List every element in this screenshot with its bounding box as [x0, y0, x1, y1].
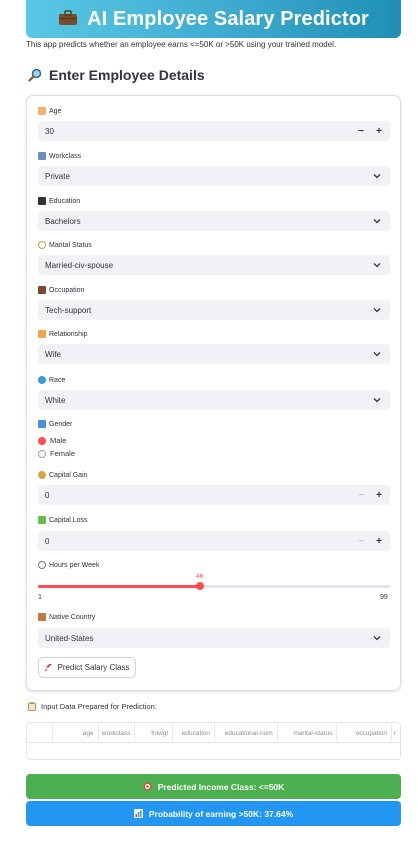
- chevron-down-icon: [373, 174, 381, 179]
- table-header-row: age workclass fnlwgt education education…: [27, 723, 400, 743]
- hours-slider-min: 1: [38, 594, 42, 601]
- app-title: AI Employee Salary Predictor: [87, 7, 369, 30]
- prediction-result-banner: Predicted Income Class: <=50K: [26, 774, 401, 799]
- radio-unselected-icon: [38, 449, 46, 458]
- education-select[interactable]: Bachelors: [38, 211, 390, 231]
- house-icon: [38, 613, 46, 621]
- chevron-down-icon: [373, 263, 381, 268]
- chevron-down-icon: [373, 352, 381, 357]
- capital-gain-decrement-button[interactable]: −: [352, 485, 370, 505]
- table-column-header: r: [393, 729, 397, 737]
- marital-status-label: Marital Status: [38, 241, 92, 249]
- gender-icon: [38, 420, 46, 428]
- chevron-down-icon: [373, 219, 381, 224]
- age-increment-button[interactable]: +: [370, 121, 388, 141]
- briefcase-icon: [38, 286, 46, 294]
- capital-loss-input[interactable]: 0 − +: [38, 531, 390, 551]
- predict-salary-button[interactable]: Predict Salary Class: [38, 657, 136, 678]
- probability-result-banner: Probability of earning >50K: 37.64%: [26, 801, 401, 826]
- globe-icon: [38, 376, 46, 384]
- section-title-text: Enter Employee Details: [49, 67, 205, 83]
- hours-slider-value: 46: [196, 573, 204, 580]
- app-title-banner: AI Employee Salary Predictor: [26, 0, 401, 38]
- table-column-header: fnlwgt: [135, 723, 174, 743]
- family-icon: [38, 330, 46, 338]
- stopwatch-icon: [38, 561, 46, 569]
- capital-gain-value: 0: [45, 490, 50, 500]
- table-column-header: occupation: [337, 723, 393, 743]
- relationship-select[interactable]: Wife: [38, 344, 390, 364]
- native-country-select[interactable]: United-States: [38, 628, 390, 648]
- workclass-label: Workclass: [38, 152, 81, 160]
- ring-icon: [38, 241, 46, 249]
- money-loss-icon: [38, 516, 46, 524]
- table-column-header: marital-status: [278, 723, 338, 743]
- capital-gain-input[interactable]: 0 − +: [38, 485, 390, 505]
- age-decrement-button[interactable]: −: [352, 121, 370, 141]
- gender-option-male[interactable]: Male: [38, 436, 66, 445]
- magnifier-icon: [28, 68, 42, 82]
- race-select[interactable]: White: [38, 390, 390, 410]
- age-value: 30: [45, 126, 54, 136]
- capital-loss-value: 0: [45, 536, 50, 546]
- prepared-data-label: Input Data Prepared for Prediction:: [28, 702, 157, 711]
- gender-label: Gender: [38, 420, 72, 428]
- graduation-cap-icon: [38, 197, 46, 205]
- office-building-icon: [38, 152, 46, 160]
- table-column-header: educational-num: [215, 723, 278, 743]
- relationship-label: Relationship: [38, 330, 88, 338]
- table-column-header: education: [173, 723, 216, 743]
- gender-option-female[interactable]: Female: [38, 449, 75, 458]
- age-label: Age: [38, 107, 61, 115]
- table-column-header: age: [53, 723, 99, 743]
- race-label: Race: [38, 376, 65, 384]
- occupation-select[interactable]: Tech-support: [38, 300, 390, 320]
- capital-loss-increment-button[interactable]: +: [370, 531, 388, 551]
- briefcase-icon: [59, 10, 78, 25]
- capital-loss-label: Capital Loss: [38, 516, 88, 524]
- hours-slider-thumb[interactable]: [195, 582, 204, 590]
- table-column-header: workclass: [99, 723, 136, 743]
- probability-result-text: Probability of earning >50K: 37.64%: [148, 808, 294, 819]
- capital-gain-label: Capital Gain: [38, 471, 88, 479]
- occupation-value: Tech-support: [45, 305, 92, 315]
- hours-slider-fill: [38, 585, 200, 588]
- section-title: Enter Employee Details: [28, 67, 205, 83]
- native-country-value: United-States: [45, 633, 94, 643]
- radio-selected-icon: [38, 436, 46, 445]
- occupation-label: Occupation: [38, 286, 84, 294]
- capital-loss-decrement-button[interactable]: −: [352, 531, 370, 551]
- age-input[interactable]: 30 − +: [38, 121, 390, 141]
- chevron-down-icon: [373, 398, 381, 403]
- marital-status-select[interactable]: Married-civ-spouse: [38, 255, 390, 275]
- chevron-down-icon: [373, 636, 381, 641]
- education-value: Bachelors: [45, 216, 81, 226]
- hours-per-week-label: Hours per Week: [38, 561, 99, 569]
- marital-status-value: Married-civ-spouse: [45, 260, 114, 270]
- education-label: Education: [38, 197, 80, 205]
- prepared-data-table[interactable]: age workclass fnlwgt education education…: [26, 722, 401, 760]
- money-bag-icon: [38, 471, 46, 479]
- clipboard-icon: [28, 702, 36, 711]
- prediction-result-text: Predicted Income Class: <=50K: [157, 781, 285, 792]
- target-icon: [143, 782, 152, 791]
- hours-slider-track[interactable]: [38, 582, 390, 590]
- birthday-cake-icon: [38, 107, 46, 115]
- capital-gain-increment-button[interactable]: +: [370, 485, 388, 505]
- app-subtitle: This app predicts whether an employee ea…: [26, 40, 337, 49]
- bar-chart-icon: [133, 809, 143, 818]
- table-index-header: [27, 723, 53, 743]
- hours-slider-max: 99: [380, 594, 388, 601]
- workclass-value: Private: [45, 171, 70, 181]
- chevron-down-icon: [373, 308, 381, 313]
- rocket-icon: [44, 664, 53, 672]
- workclass-select[interactable]: Private: [38, 166, 390, 186]
- native-country-label: Native Country: [38, 613, 95, 621]
- race-value: White: [45, 395, 66, 405]
- relationship-value: Wife: [45, 349, 61, 359]
